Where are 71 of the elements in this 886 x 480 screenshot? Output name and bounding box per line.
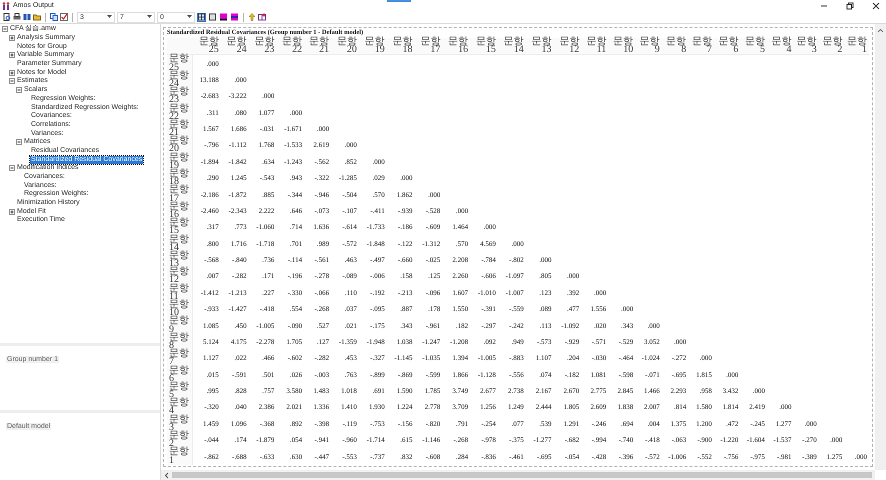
column-header: 문항2 — [821, 38, 842, 54]
column-header: 문항25 — [198, 38, 219, 54]
row-header: 문항3 — [169, 416, 190, 432]
collapse-icon[interactable] — [16, 139, 22, 146]
column-header: 문항3 — [796, 38, 817, 54]
print-icon[interactable] — [13, 13, 21, 21]
column-header: 문항5 — [744, 38, 765, 54]
folder-icon[interactable] — [33, 13, 41, 21]
column-header: 문항12 — [558, 38, 580, 54]
collapse-icon[interactable] — [2, 26, 8, 32]
column-header: 문항17 — [419, 38, 440, 54]
column-header: 문항7 — [690, 38, 712, 54]
column-header: 문항14 — [502, 38, 524, 54]
book-icon[interactable] — [23, 13, 31, 21]
row-header: 문항23 — [169, 88, 190, 104]
book-icon[interactable] — [258, 13, 266, 21]
view-toggle[interactable] — [230, 12, 239, 22]
row-header: 문항15 — [169, 219, 190, 236]
column-header: 문항19 — [364, 38, 385, 54]
scroll-left-icon[interactable] — [164, 472, 169, 478]
row-header: 문항19 — [169, 154, 190, 170]
row-header: 문항11 — [169, 284, 190, 301]
expand-icon[interactable] — [9, 35, 15, 42]
column-header: 문항10 — [612, 38, 634, 54]
row-header: 문항17 — [169, 186, 190, 203]
column-header: 문항13 — [530, 38, 552, 54]
row-header: 문항12 — [169, 268, 190, 285]
close-icon[interactable] — [872, 2, 880, 10]
collapse-icon[interactable] — [9, 165, 15, 172]
row-header: 문항6 — [169, 366, 190, 383]
expand-icon[interactable] — [9, 52, 15, 58]
view-toggle[interactable] — [208, 12, 217, 22]
caret-icon[interactable] — [107, 15, 112, 19]
expand-icon[interactable] — [9, 208, 15, 215]
copy-icon[interactable] — [50, 13, 58, 21]
check-icon[interactable] — [60, 13, 68, 21]
column-header: 문항6 — [717, 38, 738, 54]
caret-icon[interactable] — [147, 15, 152, 19]
column-header: 문항1 — [846, 38, 867, 54]
collapse-icon[interactable] — [16, 87, 22, 94]
expand-icon[interactable] — [9, 70, 15, 76]
row-header: 문항14 — [169, 236, 190, 252]
column-header: 문항4 — [770, 38, 792, 54]
view-toggle[interactable] — [197, 12, 206, 22]
row-header: 문항4 — [169, 399, 190, 416]
column-header: 문항21 — [308, 38, 330, 54]
row-header: 문항20 — [169, 137, 190, 154]
caret-icon[interactable] — [187, 15, 192, 19]
row-header: 문항22 — [169, 104, 190, 121]
view-toggle[interactable] — [219, 12, 228, 22]
scroll-up-icon[interactable] — [877, 28, 884, 33]
app-icon — [2, 2, 10, 10]
collapse-icon[interactable] — [9, 78, 15, 84]
column-header: 문항16 — [447, 38, 468, 54]
row-header: 문항7 — [169, 350, 190, 366]
column-header: 문항8 — [665, 38, 686, 54]
column-header: 문항20 — [336, 38, 357, 54]
restore-icon[interactable] — [846, 2, 854, 10]
column-header: 문항15 — [474, 38, 496, 54]
scrollbar-thumb[interactable] — [172, 472, 872, 478]
row-header: 문항25 — [169, 55, 190, 72]
print-preview-icon[interactable] — [3, 13, 11, 21]
column-header: 문항9 — [638, 38, 660, 54]
column-header: 문항23 — [253, 38, 274, 54]
row-header: 문항1 — [169, 448, 190, 465]
column-header: 문항22 — [281, 38, 302, 54]
arrow-up-icon[interactable] — [248, 13, 256, 21]
row-header: 문항9 — [169, 317, 190, 334]
column-header: 문항18 — [392, 38, 413, 54]
column-header: 문항24 — [226, 38, 247, 54]
column-header: 문항11 — [585, 38, 606, 54]
